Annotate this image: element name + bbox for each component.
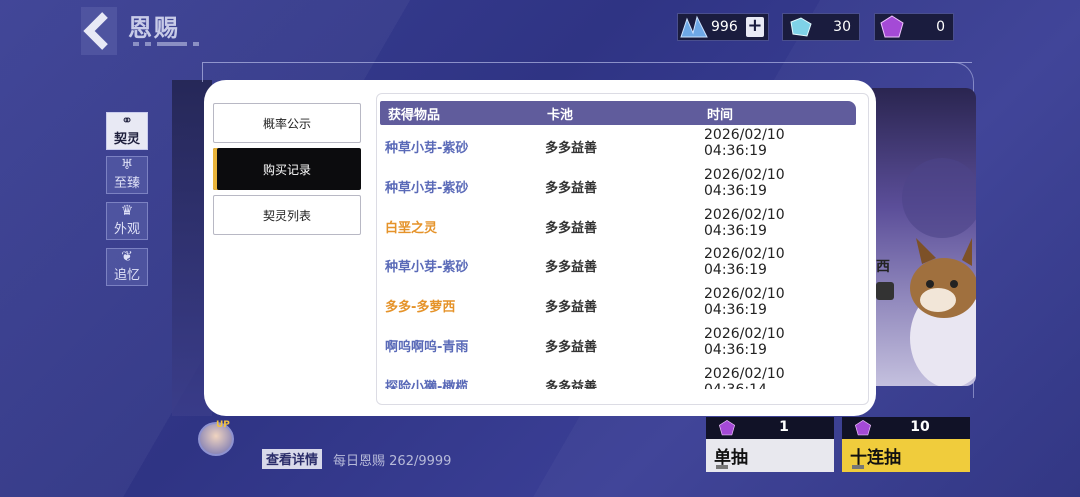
side-tab-supreme[interactable]: ♅ 至臻 bbox=[106, 156, 148, 194]
side-tab-appearance[interactable]: ♛ 外观 bbox=[106, 202, 148, 240]
ten-draw-button[interactable]: 10 十连抽 bbox=[842, 417, 970, 472]
row-item: 种草小芽-紫砂 bbox=[385, 260, 469, 276]
side-tab-contract[interactable]: ⚭ 契灵 bbox=[106, 112, 148, 150]
row-item: 白垩之灵 bbox=[385, 220, 438, 236]
side-tab-label: 外观 bbox=[113, 222, 140, 237]
view-details-button[interactable]: 查看详情 bbox=[262, 449, 323, 469]
currency-purple-gem: 0 bbox=[874, 13, 954, 41]
row-clock: 04:36:19 bbox=[704, 302, 767, 319]
currency-crystal: 996 + bbox=[677, 13, 769, 41]
featured-pet-card: 西 bbox=[872, 88, 976, 386]
row-item: 种草小芽-紫砂 bbox=[385, 141, 469, 156]
currency-cyan-gem: 30 bbox=[782, 13, 860, 41]
row-time: 2026/02/1004:36:14 bbox=[704, 366, 814, 389]
draw-cost-value: 1 bbox=[779, 419, 789, 435]
row-pool: 多多益善 bbox=[545, 220, 598, 236]
table-row: 白垩之灵 多多益善 2026/02/10 04:36:19 bbox=[377, 207, 857, 247]
table-header: 获得物品 卡池 时间 bbox=[380, 101, 856, 125]
table-row: 啊呜啊呜-青雨 多多益善 2026/02/10 04:36:19 bbox=[377, 326, 857, 366]
row-time: 2026/02/10 04:36:19 bbox=[704, 246, 814, 278]
page-title: 恩赐 bbox=[128, 14, 180, 42]
daily-grace-count: 262/9999 bbox=[389, 454, 452, 469]
up-badge: UP bbox=[216, 420, 230, 430]
row-date: 2026/02/10 bbox=[704, 206, 785, 223]
row-pool: 多多益善 bbox=[545, 180, 598, 196]
appearance-icon: ♛ bbox=[120, 203, 134, 219]
row-item: 多多-多萝西 bbox=[385, 300, 456, 316]
purple-gem-icon bbox=[854, 419, 872, 436]
row-date: 2026/02/10 bbox=[704, 365, 785, 382]
purchase-history-dialog: 概率公示 购买记录 契灵列表 获得物品 卡池 时间 种草小芽-紫砂 多多益善 202… bbox=[204, 80, 876, 416]
purple-gem-icon bbox=[718, 419, 736, 436]
chevron-left-icon bbox=[81, 7, 117, 55]
row-clock: 04:36:14 bbox=[704, 382, 767, 389]
records-list[interactable]: 种草小芽-紫砂 多多益善 2026/02/10 04:36:19 种草小芽-紫砂 多多益善… bbox=[377, 127, 857, 389]
row-date: 2026/02/10 bbox=[704, 326, 785, 342]
row-clock: 04:36:19 bbox=[704, 143, 767, 159]
row-pool: 多多益善 bbox=[545, 300, 598, 316]
row-date: 2026/02/10 bbox=[704, 127, 785, 143]
menu-purchase-record-button[interactable]: 购买记录 bbox=[213, 148, 361, 190]
menu-probability-button[interactable]: 概率公示 bbox=[213, 103, 361, 143]
row-time: 2026/02/10 04:36:19 bbox=[704, 127, 814, 159]
menu-contract-list-button[interactable]: 契灵列表 bbox=[213, 195, 361, 235]
pet-name-fragment: 西 bbox=[876, 259, 890, 275]
table-row: 探险小獭-橄榄 多多益善 2026/02/1004:36:14 bbox=[377, 366, 857, 389]
table-row: 种草小芽-紫砂 多多益善 2026/02/10 04:36:19 bbox=[377, 167, 857, 207]
table-row: 种草小芽-紫砂 多多益善 2026/02/10 04:36:19 bbox=[377, 127, 857, 167]
side-tab-label: 追忆 bbox=[113, 268, 140, 283]
column-header-item: 获得物品 bbox=[388, 108, 441, 123]
row-time: 2026/02/10 04:36:19 bbox=[704, 326, 814, 358]
table-row: 种草小芽-紫砂 多多益善 2026/02/10 04:36:19 bbox=[377, 246, 857, 286]
draw-cost: 10 bbox=[842, 417, 970, 439]
purple-gem-icon bbox=[875, 13, 909, 41]
currency-cyan-gem-value: 30 bbox=[833, 19, 851, 35]
row-date: 2026/02/10 bbox=[704, 286, 785, 303]
draw-label: 单抽 bbox=[706, 439, 834, 472]
draw-cost: 1 bbox=[706, 417, 834, 439]
column-header-time: 时间 bbox=[707, 108, 734, 123]
row-pool: 多多益善 bbox=[545, 340, 598, 355]
contract-icon: ⚭ bbox=[121, 113, 133, 129]
daily-grace-label: 每日恩赐 262/9999 bbox=[333, 450, 451, 469]
side-tab-label: 契灵 bbox=[113, 132, 140, 147]
daily-grace-text: 每日恩赐 bbox=[333, 454, 386, 469]
row-item: 探险小獭-橄榄 bbox=[385, 379, 469, 389]
draw-label: 十连抽 bbox=[842, 439, 970, 472]
blue-crystal-stack-icon bbox=[678, 13, 709, 41]
currency-purple-gem-value: 0 bbox=[936, 19, 945, 35]
single-draw-button[interactable]: 1 单抽 bbox=[706, 417, 834, 472]
draw-cost-value: 10 bbox=[910, 419, 930, 435]
add-currency-button[interactable]: + bbox=[745, 17, 764, 37]
supreme-icon: ♅ bbox=[120, 157, 134, 173]
row-item: 啊呜啊呜-青雨 bbox=[385, 340, 469, 355]
records-table: 获得物品 卡池 时间 种草小芽-紫砂 多多益善 2026/02/10 04:36:19… bbox=[376, 93, 869, 405]
row-time: 2026/02/10 04:36:19 bbox=[704, 286, 814, 318]
cyan-gem-icon bbox=[783, 13, 817, 41]
row-item: 种草小芽-紫砂 bbox=[385, 180, 469, 196]
currency-crystal-value: 996 bbox=[711, 19, 738, 35]
row-time: 2026/02/10 04:36:19 bbox=[704, 167, 814, 199]
table-row: 多多-多萝西 多多益善 2026/02/10 04:36:19 bbox=[377, 286, 857, 326]
row-clock: 04:36:19 bbox=[704, 222, 767, 239]
row-pool: 多多益善 bbox=[545, 260, 598, 276]
search-icon[interactable] bbox=[876, 282, 894, 300]
side-tab-label: 至臻 bbox=[113, 176, 140, 191]
row-date: 2026/02/10 bbox=[704, 246, 785, 263]
memory-icon: ❦ bbox=[121, 249, 133, 265]
row-pool: 多多益善 bbox=[545, 379, 598, 389]
row-pool: 多多益善 bbox=[545, 141, 598, 156]
back-button[interactable] bbox=[74, 6, 120, 56]
row-time: 2026/02/10 04:36:19 bbox=[704, 207, 814, 239]
pet-illustration bbox=[902, 158, 976, 386]
title-decoration bbox=[133, 42, 199, 46]
row-clock: 04:36:19 bbox=[704, 342, 767, 358]
column-header-pool: 卡池 bbox=[547, 108, 574, 123]
row-date: 2026/02/10 bbox=[704, 166, 785, 183]
row-clock: 04:36:19 bbox=[704, 182, 767, 199]
row-clock: 04:36:19 bbox=[704, 262, 767, 279]
side-tab-memory[interactable]: ❦ 追忆 bbox=[106, 248, 148, 286]
frame-decoration bbox=[202, 62, 972, 82]
